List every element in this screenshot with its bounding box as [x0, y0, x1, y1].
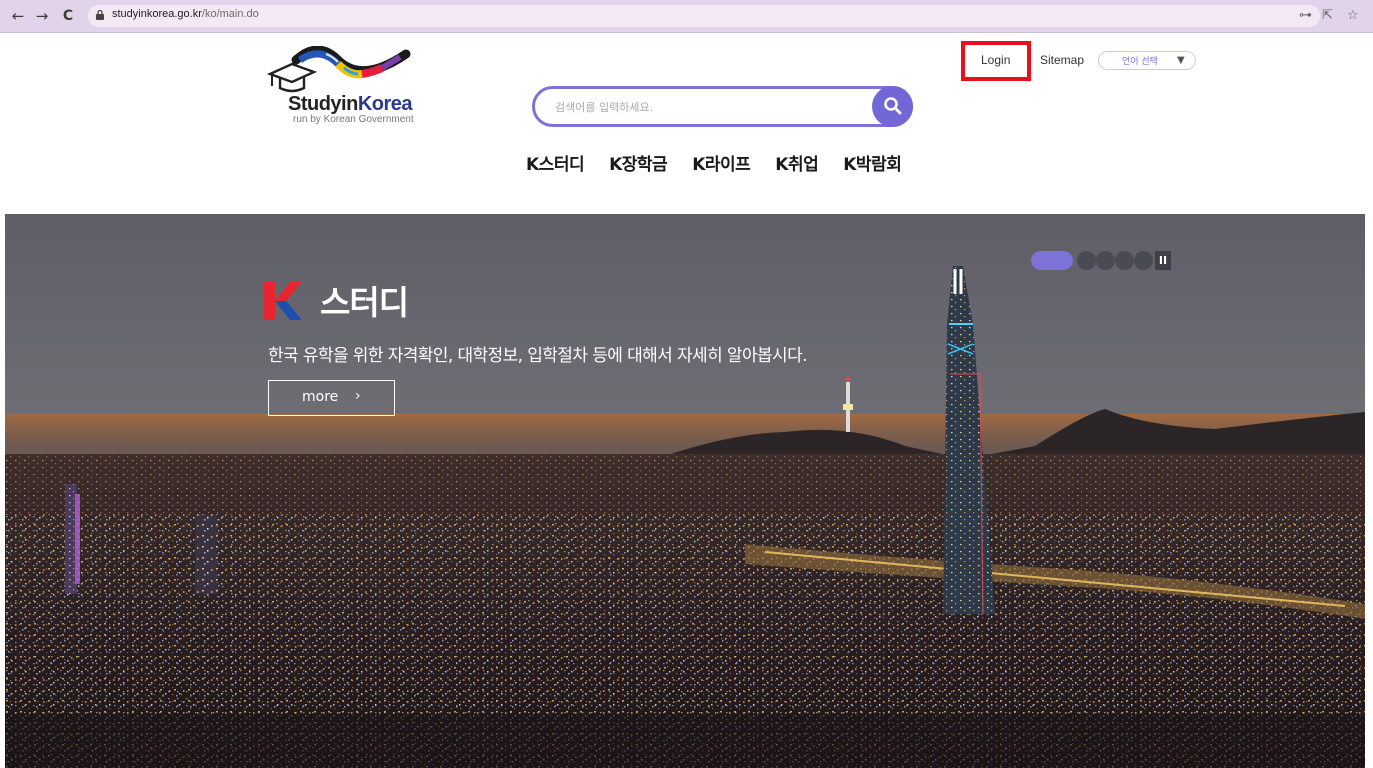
more-button-label: more: [302, 389, 339, 405]
key-icon[interactable]: ⊶: [1299, 7, 1312, 25]
back-icon[interactable]: ←: [8, 6, 28, 26]
seoul-night-skyline-image: [5, 214, 1365, 768]
browser-toolbar: ← → C studyinkorea.go.kr/ko/main.do ⊶ ⇱ …: [0, 0, 1373, 32]
address-bar[interactable]: studyinkorea.go.kr/ko/main.do: [88, 5, 1320, 27]
search-button[interactable]: [872, 86, 913, 127]
more-button[interactable]: more ›: [268, 380, 395, 416]
chevron-down-icon: ▼: [1177, 55, 1185, 66]
pause-button[interactable]: II: [1155, 251, 1171, 270]
language-select-label: 언어 선택: [1122, 57, 1158, 67]
hero-description: 한국 유학을 위한 자격확인, 대학정보, 입학절차 등에 대해서 자세히 알아…: [268, 346, 808, 366]
login-link[interactable]: Login: [981, 53, 1010, 67]
toolbar-divider: [0, 32, 1373, 33]
nav-k-expo[interactable]: K박람회: [843, 150, 902, 175]
search-bar: [532, 86, 913, 127]
slide-indicator-1[interactable]: [1031, 251, 1073, 270]
slide-indicator-4[interactable]: [1115, 251, 1134, 270]
lock-icon: [96, 10, 104, 20]
logo-wordmark: StudyinKorea: [288, 93, 413, 115]
language-select[interactable]: 언어 선택 ▼: [1098, 51, 1196, 70]
nav-k-study[interactable]: K스터디: [526, 150, 585, 175]
logo-ribbon-icon: [266, 45, 411, 93]
slide-indicator-2[interactable]: [1077, 251, 1096, 270]
search-input[interactable]: [555, 98, 855, 116]
slide-indicator-3[interactable]: [1096, 251, 1115, 270]
chevron-right-icon: ›: [355, 388, 361, 404]
reload-icon[interactable]: C: [58, 6, 78, 26]
star-icon[interactable]: ☆: [1347, 7, 1359, 25]
url-text: studyinkorea.go.kr/ko/main.do: [112, 8, 259, 20]
sitemap-link[interactable]: Sitemap: [1040, 53, 1084, 67]
slide-indicator-5[interactable]: [1134, 251, 1153, 270]
main-navigation: K스터디 K장학금 K라이프 K취업 K박람회: [526, 150, 926, 176]
nav-k-scholarship[interactable]: K장학금: [609, 150, 668, 175]
site-logo[interactable]: StudyinKorea run by Korean Government: [266, 45, 426, 130]
hero-title: 스터디: [320, 283, 409, 322]
search-icon: [884, 97, 902, 115]
hero-banner: [5, 214, 1365, 768]
logo-tagline: run by Korean Government: [293, 114, 414, 125]
share-icon[interactable]: ⇱: [1322, 7, 1333, 25]
k-brand-icon: [264, 282, 302, 320]
nav-k-job[interactable]: K취업: [775, 150, 818, 175]
nav-k-life[interactable]: K라이프: [692, 150, 751, 175]
forward-icon[interactable]: →: [32, 6, 52, 26]
